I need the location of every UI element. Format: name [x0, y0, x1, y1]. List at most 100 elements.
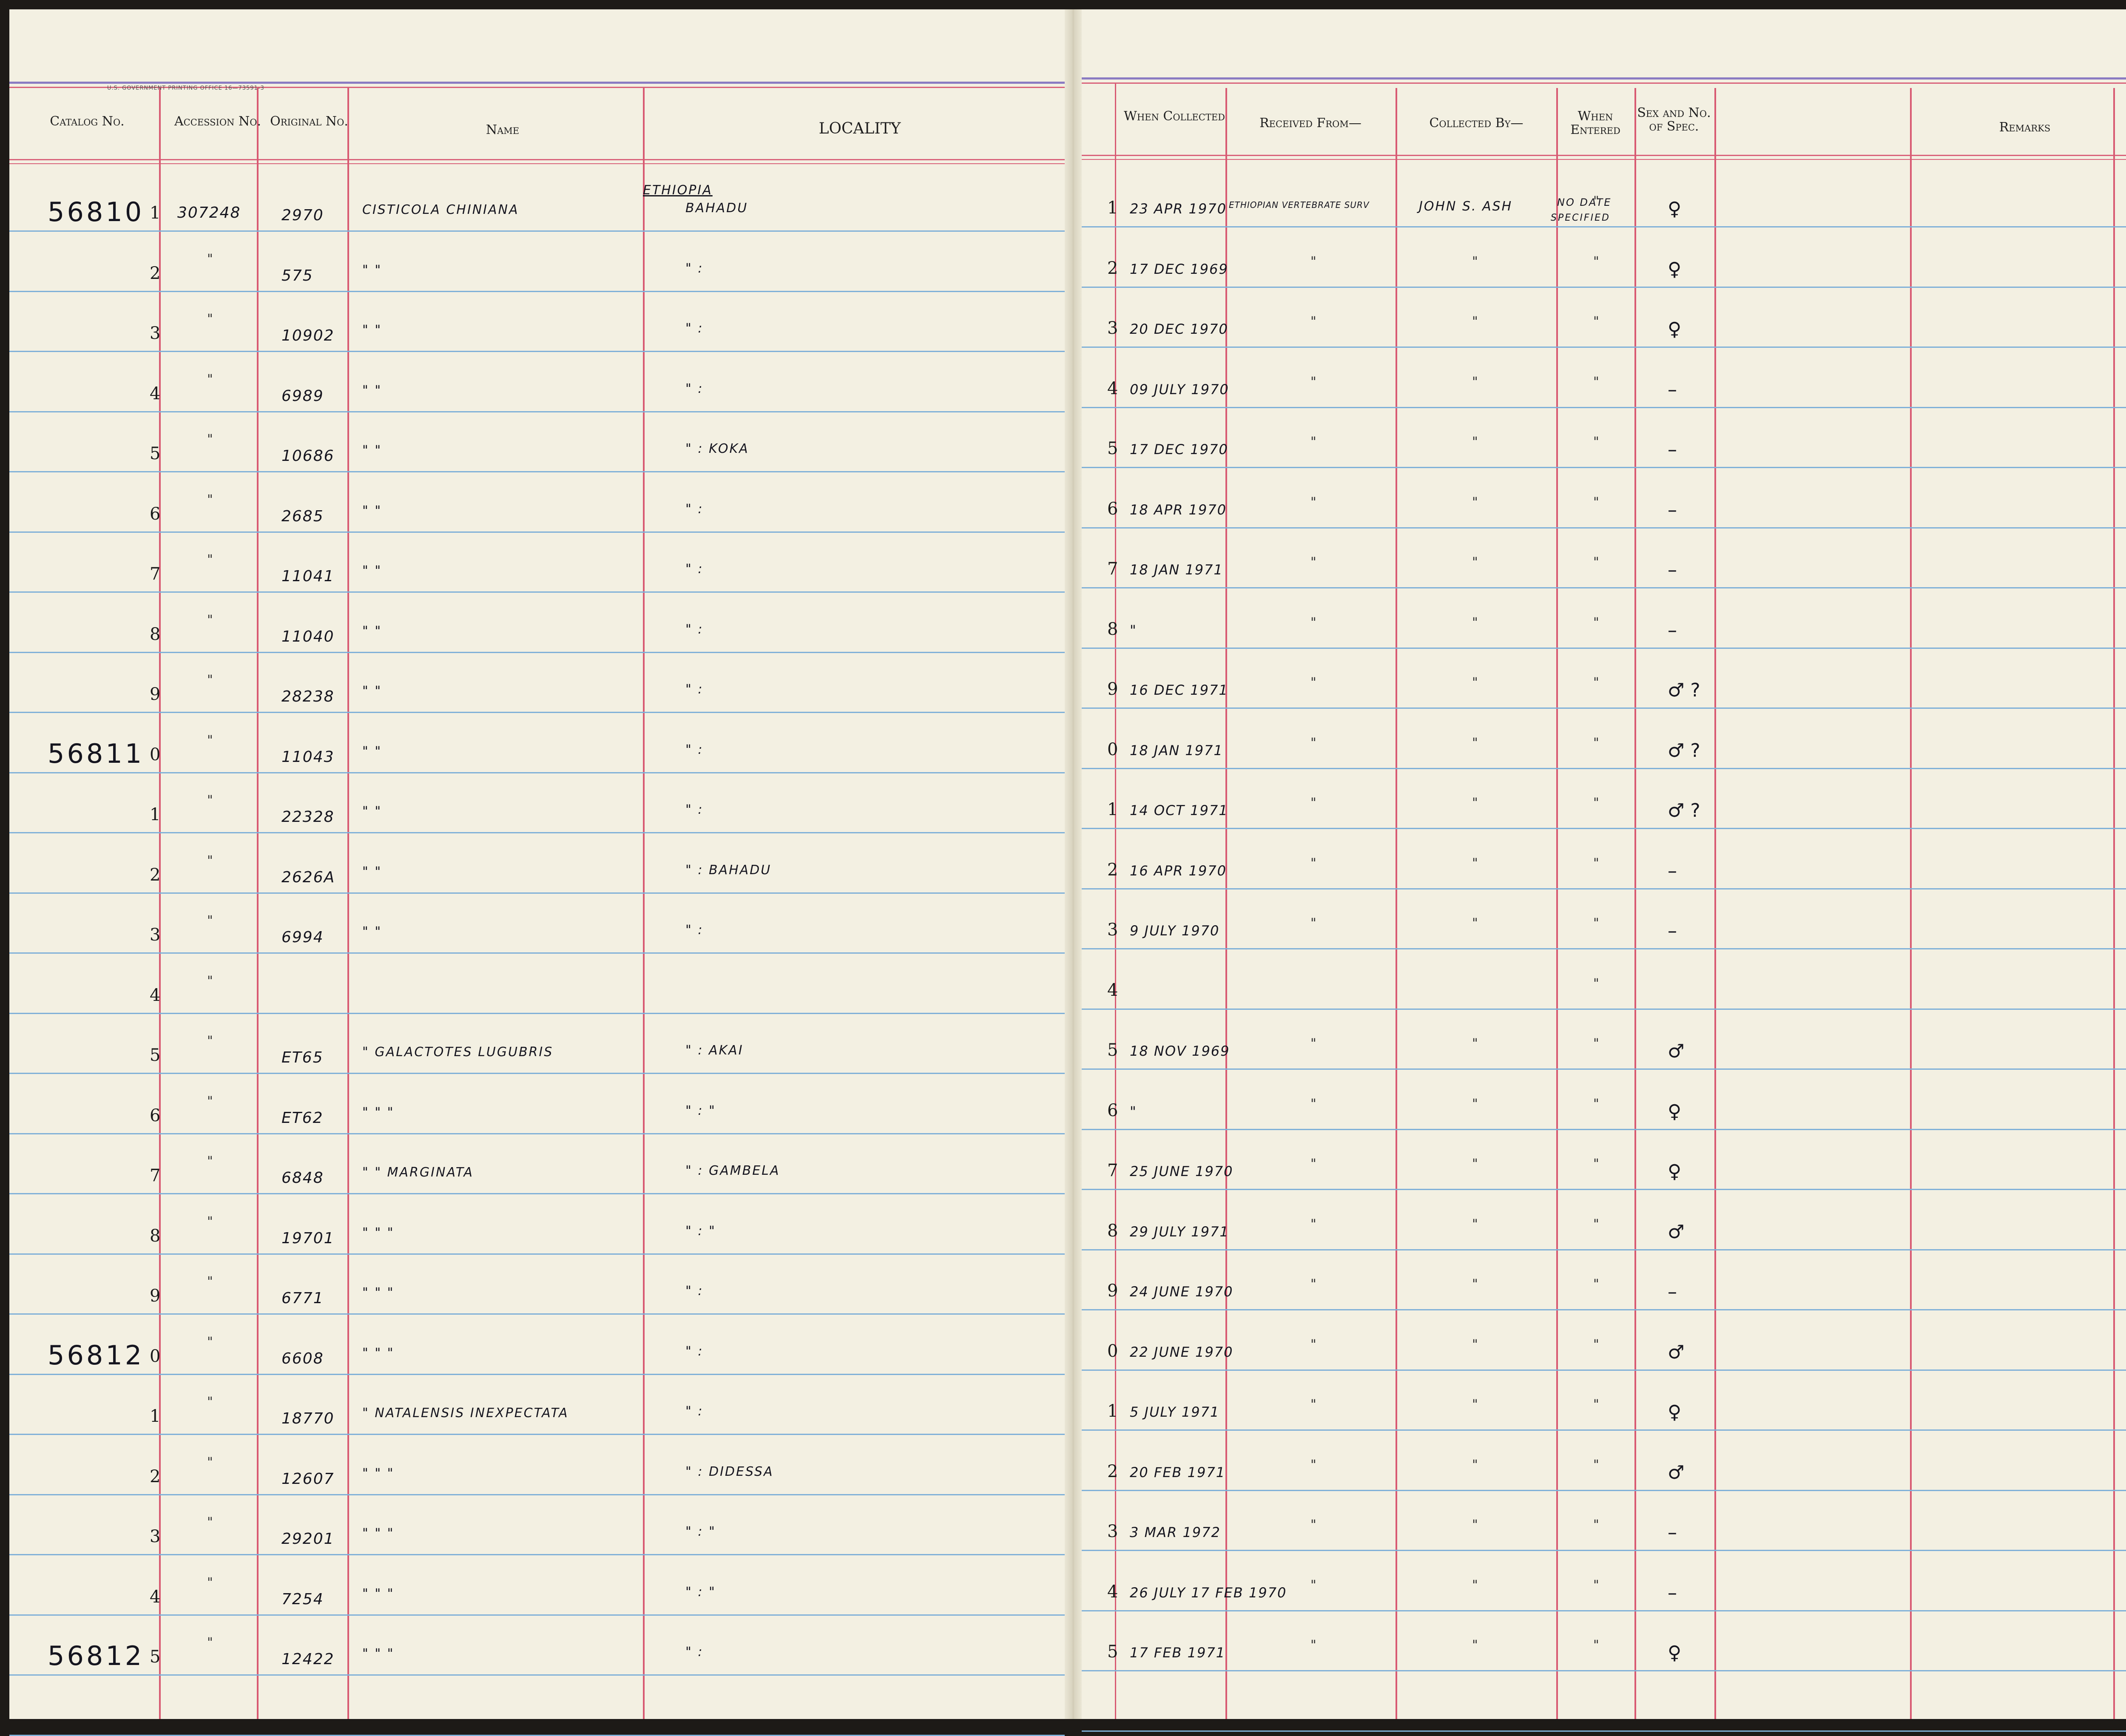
- row-number-left: 7: [150, 1166, 161, 1185]
- received-from: ": [1310, 736, 1316, 750]
- row-rule-right: [1082, 1189, 2126, 1190]
- original-number: ET65: [281, 1049, 324, 1066]
- locality: " : AKAI: [685, 1043, 744, 1058]
- row-rule-right: [1082, 1249, 2126, 1250]
- row-number-right: 1: [1107, 198, 1118, 218]
- locality: " :: [685, 562, 704, 577]
- original-number: 18770: [281, 1410, 335, 1427]
- header-red-rule-right: [1082, 82, 2126, 84]
- received-from: ": [1310, 1578, 1316, 1593]
- header-remarks: Remarks: [1999, 120, 2051, 135]
- header-when-entered: When Entered: [1570, 109, 1620, 138]
- row-number-left: 8: [150, 625, 161, 644]
- specimen-name: " ": [362, 804, 382, 819]
- row-rule-right: [1082, 1068, 2126, 1070]
- row-number-right: 2: [1107, 860, 1118, 880]
- locality: " : ": [685, 1524, 716, 1539]
- collection-date: 16 DEC 1971: [1130, 682, 1228, 698]
- accession-number: ": [207, 1515, 213, 1530]
- locality: " :: [685, 321, 704, 336]
- row-rule: [9, 892, 1065, 894]
- original-number: 6989: [281, 387, 324, 405]
- original-number: 12422: [281, 1651, 335, 1668]
- row-rule-right: [1082, 527, 2126, 528]
- sex-specimen: –: [1668, 1582, 1677, 1604]
- received-from: ": [1310, 1097, 1316, 1111]
- collected-by: ": [1472, 1638, 1478, 1653]
- row-rule: [9, 471, 1065, 472]
- locality: " :: [685, 742, 704, 757]
- specimen-name: " " ": [362, 1586, 395, 1601]
- specimen-name: " ": [362, 624, 382, 639]
- when-entered-ditto: ": [1593, 1578, 1599, 1593]
- accession-number: ": [207, 1274, 213, 1289]
- row-rule: [9, 1073, 1065, 1074]
- collection-date: 09 JULY 1970: [1130, 381, 1229, 398]
- collected-by: ": [1472, 1156, 1478, 1171]
- when-entered-ditto: ": [1593, 254, 1599, 269]
- locality: " :: [685, 502, 704, 517]
- col-divider-received: [1396, 88, 1397, 1719]
- specimen-name: " " ": [362, 1346, 395, 1361]
- collected-by: ": [1472, 796, 1478, 810]
- row-number-right: 4: [1107, 1582, 1118, 1602]
- collection-date: 18 JAN 1971: [1130, 562, 1223, 578]
- received-from: ": [1310, 856, 1316, 871]
- header-top-rule: [9, 82, 1065, 84]
- sex-specimen: –: [1668, 499, 1677, 521]
- catalog-number: 56810: [48, 196, 145, 227]
- original-number: 2970: [281, 207, 324, 224]
- col-divider-name: [643, 88, 645, 1719]
- header-locality: LOCALITY: [819, 120, 901, 137]
- when-entered-ditto: ": [1593, 555, 1599, 570]
- when-entered-ditto: ": [1593, 314, 1599, 329]
- collection-date: 14 OCT 1971: [1130, 802, 1228, 818]
- col-divider-sex: [1714, 88, 1716, 1719]
- row-rule: [9, 652, 1065, 653]
- header-name: Name: [486, 122, 520, 137]
- row-number-right: 3: [1107, 920, 1118, 940]
- row-rule: [9, 952, 1065, 954]
- original-number: 28238: [281, 688, 335, 705]
- specimen-name: " " ": [362, 1285, 395, 1300]
- ledger-book: U.S. GOVERNMENT PRINTING OFFICE 16—73591…: [9, 9, 2126, 1736]
- row-rule: [9, 531, 1065, 533]
- row-rule-right: [1082, 1670, 2126, 1671]
- received-from: ": [1310, 675, 1316, 690]
- sex-specimen: ♀: [1668, 1101, 1682, 1122]
- row-rule-right: [1082, 1369, 2126, 1371]
- when-entered-ditto: ": [1593, 375, 1599, 389]
- col-divider-right-margin: [2113, 88, 2115, 1719]
- received-from: ": [1310, 1397, 1316, 1412]
- specimen-name: " " ": [362, 1466, 395, 1481]
- original-number: 19701: [281, 1230, 335, 1247]
- header-bottom-rule: [9, 159, 1065, 160]
- locality: " :: [685, 622, 704, 637]
- row-rule: [9, 1614, 1065, 1616]
- original-number: 12607: [281, 1470, 335, 1488]
- specimen-name: " ": [362, 744, 382, 759]
- collected-by: ": [1472, 675, 1478, 690]
- row-rule-right: [1082, 287, 2126, 288]
- row-rule: [9, 591, 1065, 593]
- when-entered-ditto: ": [1593, 796, 1599, 810]
- row-rule-right: [1082, 587, 2126, 588]
- row-number-right: 2: [1107, 259, 1118, 278]
- collected-by: ": [1472, 1277, 1478, 1292]
- row-number-left: 5: [150, 1647, 161, 1667]
- row-rule-right: [1082, 1610, 2126, 1611]
- collected-by: ": [1472, 254, 1478, 269]
- row-rule: [9, 1434, 1065, 1435]
- row-number-left: 6: [150, 504, 161, 524]
- locality: " :: [685, 1284, 704, 1298]
- original-number: 10902: [281, 327, 335, 344]
- row-number-right: 6: [1107, 1101, 1118, 1120]
- collection-date: 3 MAR 1972: [1130, 1524, 1221, 1540]
- accession-number: ": [207, 1455, 213, 1470]
- locality: " :: [685, 923, 704, 938]
- accession-number: ": [207, 1034, 213, 1048]
- header-sex-spec: Sex and No. of Spec.: [1637, 105, 1711, 134]
- row-rule: [9, 1313, 1065, 1315]
- locality: " : DIDESSA: [685, 1464, 774, 1479]
- row-number-left: 1: [150, 203, 161, 223]
